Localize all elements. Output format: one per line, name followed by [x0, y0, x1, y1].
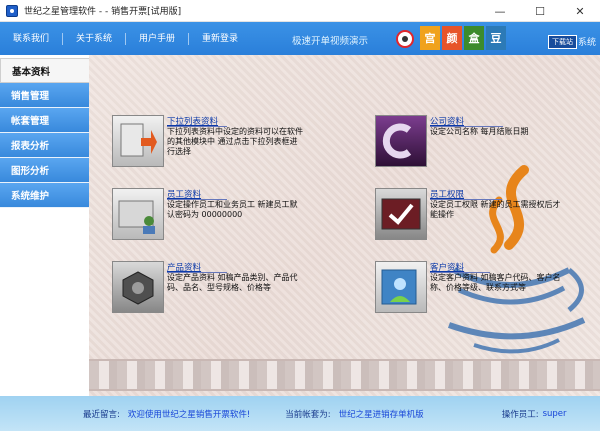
current-account-value: 世纪之星进销存单机版 [338, 409, 424, 420]
employee-folder-icon [112, 188, 164, 240]
card-description: 设定产品资料 如稿产品类别、产品代 码、品名、型号规格、价格等 [167, 273, 298, 293]
desc-line: 设定公司名称 每月结账日期 [430, 127, 529, 136]
recent-message-value: 欢迎使用世纪之星销售开票软件! [127, 409, 251, 420]
video-demo-link[interactable]: 极速开单视频演示 [292, 33, 368, 47]
menu-contact-us[interactable]: 联系我们 [0, 32, 64, 45]
desc-line: 称、价格等级、联系方式等 [430, 283, 526, 292]
desc-line: 能操作 [430, 210, 454, 219]
customer-card-icon [375, 261, 427, 313]
title-bar: 世纪之星管理软件 - - 销售开票[试用版] — ☐ ✕ [0, 0, 600, 22]
sidebar-item-label: 报表分析 [11, 141, 50, 152]
card-description: 设定公司名称 每月结账日期 [430, 127, 529, 137]
menu-relogin[interactable]: 重新登录 [189, 33, 251, 45]
card-employee-permissions[interactable]: 员工权限 设定员工权限 新建的员工需授权后才 能操作 [375, 188, 585, 248]
brand-tiles: 宫 颜 盒 豆 [420, 26, 506, 50]
decorative-border [89, 359, 600, 391]
card-employee-info[interactable]: 员工资料 设定操作员工和业务员工 新建员工默 认密码为 00000000 [112, 188, 342, 248]
folder-download-icon [112, 115, 164, 167]
permission-check-icon [375, 188, 427, 240]
desc-line: 设定产品资料 如稿产品类别、产品代 [167, 273, 298, 282]
card-company-info[interactable]: 公司资料 设定公司名称 每月结账日期 [375, 115, 575, 175]
close-button[interactable]: ✕ [560, 0, 600, 22]
sidebar-item-label: 系统维护 [11, 191, 50, 202]
operator-label: 操作员工: [501, 409, 539, 420]
desc-line: 的其他模块中 通过点击下拉列表框进 [167, 137, 298, 146]
status-bar: 最近留言: 欢迎使用世纪之星销售开票软件! 当前帐套为: 世纪之星进销存单机版 … [0, 396, 600, 431]
sidebar-item-charts[interactable]: 图形分析 [0, 158, 89, 183]
system-label: 系统 [578, 38, 597, 48]
card-description: 设定员工权限 新建的员工需授权后才 能操作 [430, 200, 561, 220]
card-product-info[interactable]: 产品资料 设定产品资料 如稿产品类别、产品代 码、品名、型号规格、价格等 [112, 261, 342, 321]
card-description: 下拉列表资料中设定的资料可以在软件 的其他模块中 通过点击下拉列表框进 行选择 [167, 127, 303, 157]
weibo-icon [396, 30, 414, 48]
sidebar-item-label: 销售管理 [11, 91, 50, 102]
desc-line: 码、品名、型号规格、价格等 [167, 283, 271, 292]
desc-line: 设定客户资料 如稿客户代码、客户名 [430, 273, 561, 282]
card-dropdown-data[interactable]: 下拉列表资料 下拉列表资料中设定的资料可以在软件 的其他模块中 通过点击下拉列表… [112, 115, 342, 175]
desc-line: 设定操作员工和业务员工 新建员工默 [167, 200, 298, 209]
sidebar-item-label: 图形分析 [11, 166, 50, 177]
minimize-button[interactable]: — [480, 0, 520, 22]
brand-tile: 宫 [420, 26, 440, 50]
main-panel: 下拉列表资料 下拉列表资料中设定的资料可以在软件 的其他模块中 通过点击下拉列表… [89, 55, 600, 396]
sidebar-item-reports[interactable]: 报表分析 [0, 133, 89, 158]
menu-about-system[interactable]: 关于系统 [63, 32, 127, 45]
brand-tile: 盒 [464, 26, 484, 50]
menu-user-manual[interactable]: 用户手册 [126, 32, 190, 45]
sidebar-item-label: 帐套管理 [11, 116, 50, 127]
app-icon [6, 4, 18, 17]
desc-line: 认密码为 00000000 [167, 210, 243, 219]
card-description: 设定客户资料 如稿客户代码、客户名 称、价格等级、联系方式等 [430, 273, 561, 293]
brand-banner: 宫 颜 盒 豆 [396, 24, 546, 54]
card-customer-info[interactable]: 客户资料 设定客户资料 如稿客户代码、客户名 称、价格等级、联系方式等 [375, 261, 585, 321]
sidebar-item-accounts[interactable]: 帐套管理 [0, 108, 89, 133]
desc-line: 下拉列表资料中设定的资料可以在软件 [167, 127, 303, 136]
brand-tile: 豆 [486, 26, 506, 50]
sidebar-item-sales[interactable]: 销售管理 [0, 83, 89, 108]
window-title: 世纪之星管理软件 - - 销售开票[试用版] [24, 7, 182, 17]
operator-value: super [542, 408, 567, 419]
current-account-label: 当前帐套为: [285, 409, 331, 420]
desc-line: 设定员工权限 新建的员工需授权后才 [430, 200, 561, 209]
maximize-button[interactable]: ☐ [520, 0, 560, 22]
window-controls: — ☐ ✕ [480, 0, 600, 22]
sidebar-item-basic-info[interactable]: 基本资料 [0, 58, 89, 83]
brand-tile: 颜 [442, 26, 462, 50]
sidebar-item-label: 基本资料 [12, 66, 51, 78]
sidebar: 基本资料 销售管理 帐套管理 报表分析 图形分析 系统维护 [0, 55, 89, 396]
card-description: 设定操作员工和业务员工 新建员工默 认密码为 00000000 [167, 200, 298, 220]
download-site-badge: 下载站 [548, 35, 577, 49]
company-logo-icon [375, 115, 427, 167]
desc-line: 行选择 [167, 147, 191, 156]
product-box-icon [112, 261, 164, 313]
sidebar-item-maintenance[interactable]: 系统维护 [0, 183, 89, 208]
recent-message-label: 最近留言: [83, 409, 120, 420]
